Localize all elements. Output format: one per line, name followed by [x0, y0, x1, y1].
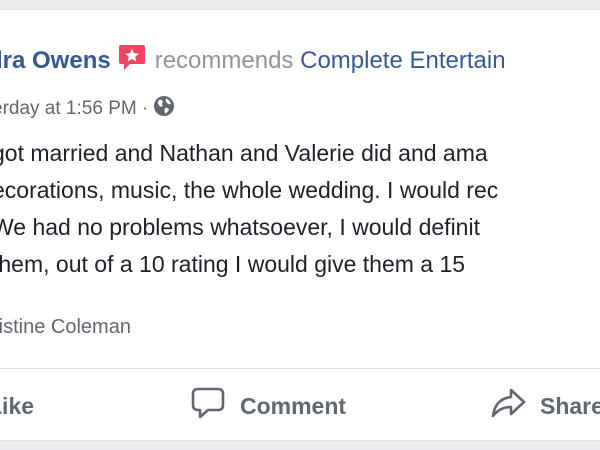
- like-button[interactable]: Like: [0, 378, 34, 434]
- post-header: dra Owens recommends Complete Entertain: [0, 42, 506, 79]
- share-label: Share: [540, 392, 600, 419]
- post-body-line: got married and Nathan and Valerie did a…: [0, 140, 488, 166]
- author-name-link[interactable]: dra Owens: [0, 47, 111, 74]
- recommends-verb: recommends: [154, 47, 294, 74]
- recommendation-star-icon: [117, 42, 147, 79]
- post-body-line: ecorations, music, the whole wedding. I …: [0, 177, 499, 203]
- share-button[interactable]: Share: [490, 378, 600, 434]
- actions-divider: [0, 368, 600, 369]
- globe-icon[interactable]: [152, 94, 176, 125]
- post-body: got married and Nathan and Valerie did a…: [0, 135, 600, 283]
- like-label: Like: [0, 392, 35, 419]
- comment-label: Comment: [240, 392, 347, 419]
- comment-icon: [190, 385, 226, 427]
- share-icon: [490, 385, 526, 427]
- post-body-line: them, out of a 10 rating I would give th…: [0, 251, 466, 277]
- post-meta: erday at 1:56 PM ·: [0, 94, 176, 125]
- comment-button[interactable]: Comment: [190, 378, 346, 434]
- post-timestamp[interactable]: erday at 1:56 PM ·: [0, 98, 148, 119]
- recommendation-post-card: dra Owens recommends Complete Entertain e…: [0, 9, 600, 441]
- post-actions-bar: Like Comment Share: [0, 378, 600, 434]
- post-body-line: We had no problems whatsoever, I would d…: [0, 214, 480, 240]
- recommended-page-link[interactable]: Complete Entertain: [300, 47, 505, 74]
- tagged-person[interactable]: ristine Coleman: [0, 316, 131, 339]
